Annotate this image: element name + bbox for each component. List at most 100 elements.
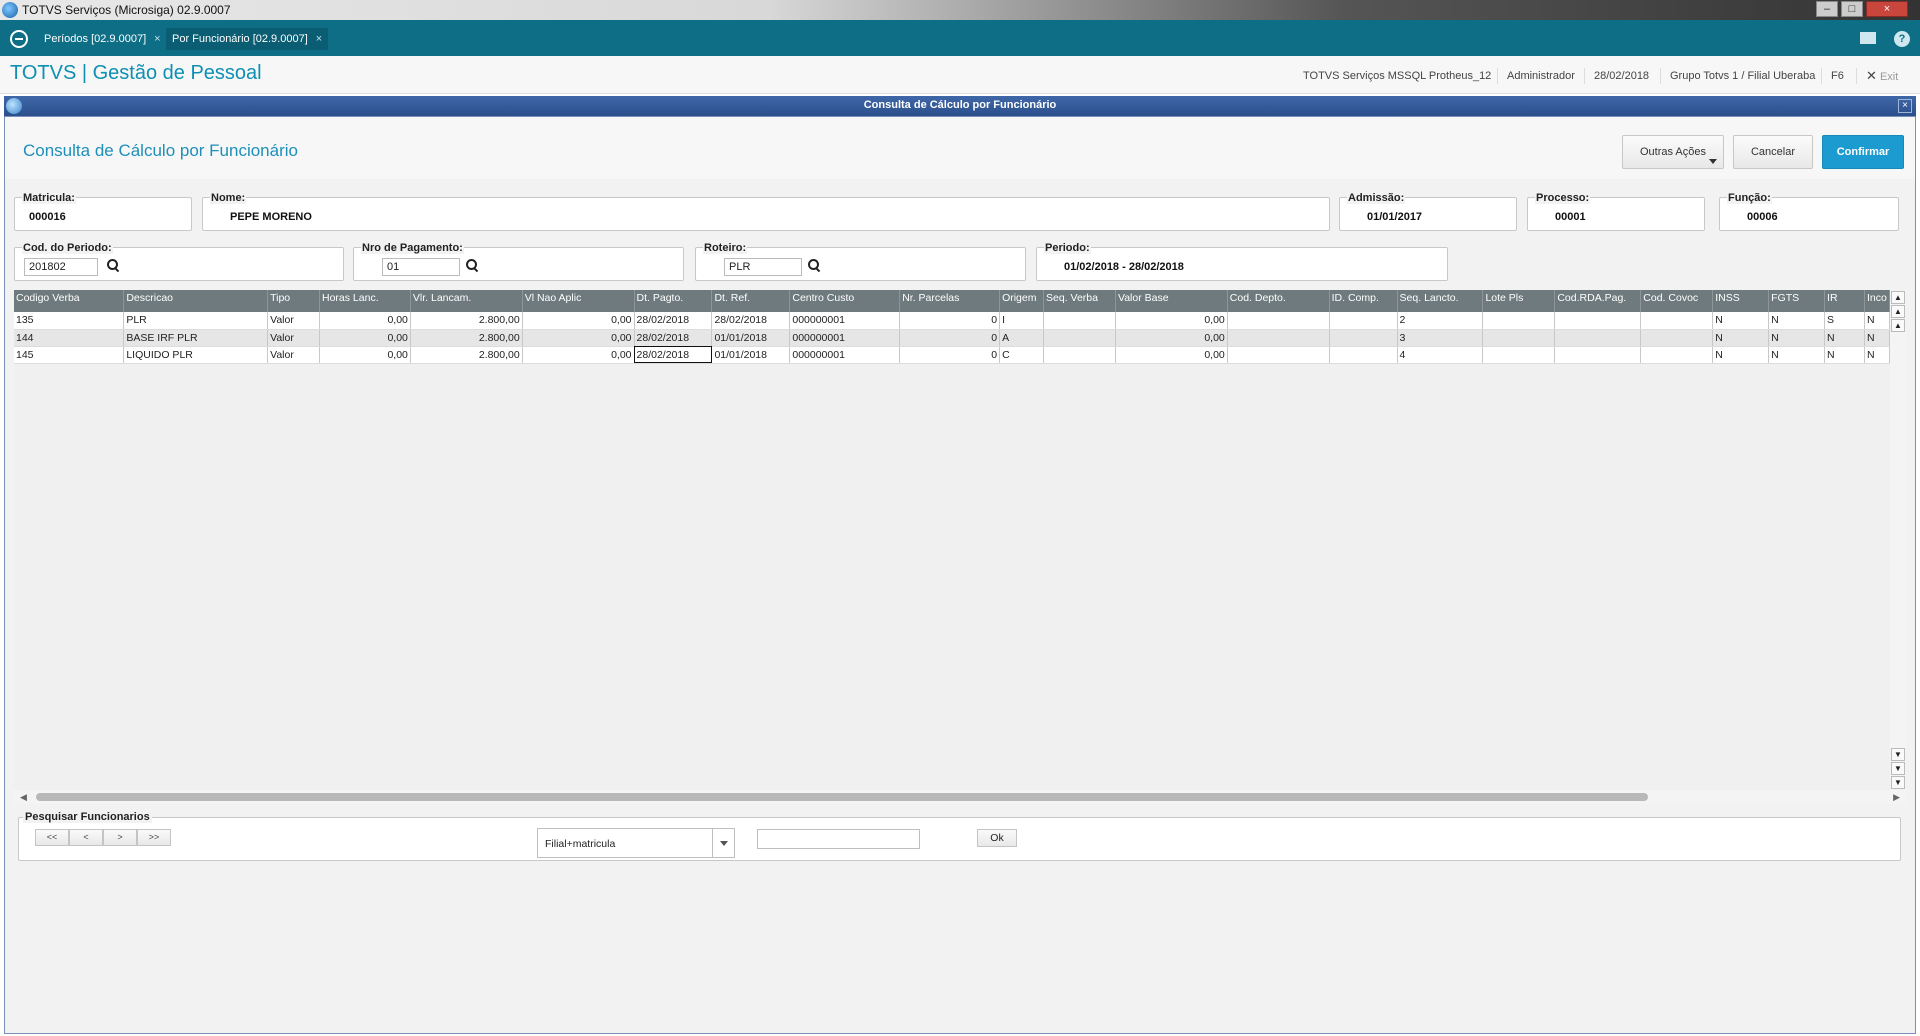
- horizontal-scrollbar[interactable]: ◀ ▶: [14, 790, 1906, 804]
- table-cell[interactable]: [1482, 346, 1556, 364]
- table-cell[interactable]: [1043, 346, 1116, 364]
- table-cell[interactable]: 0: [899, 312, 1001, 330]
- table-cell[interactable]: LIQUIDO PLR: [123, 346, 269, 364]
- column-header[interactable]: Cod. Covoc: [1640, 290, 1714, 312]
- scroll-thumb[interactable]: [36, 793, 1648, 801]
- search-icon[interactable]: [808, 259, 822, 273]
- maximize-icon[interactable]: □: [1841, 1, 1863, 17]
- previous-button[interactable]: <: [69, 829, 103, 846]
- scroll-left-icon[interactable]: ◀: [20, 792, 27, 803]
- table-cell[interactable]: I: [999, 312, 1045, 330]
- close-dialog-icon[interactable]: ×: [1898, 99, 1912, 113]
- column-header[interactable]: Dt. Pagto.: [634, 290, 713, 312]
- table-cell[interactable]: 2: [1397, 312, 1484, 330]
- column-header[interactable]: Seq. Verba: [1043, 290, 1116, 312]
- exit-button[interactable]: ✕ Exit: [1856, 68, 1907, 84]
- date-info[interactable]: 28/02/2018: [1584, 68, 1658, 84]
- table-cell[interactable]: [1043, 312, 1116, 330]
- table-cell[interactable]: [1043, 329, 1116, 347]
- table-cell[interactable]: 0: [899, 329, 1001, 347]
- search-order-select[interactable]: Filial+matricula: [537, 828, 735, 858]
- table-cell[interactable]: 0,00: [319, 346, 411, 364]
- table-cell[interactable]: N: [1824, 346, 1865, 364]
- table-cell[interactable]: N: [1864, 329, 1890, 347]
- table-cell[interactable]: [1329, 329, 1398, 347]
- table-cell[interactable]: N: [1768, 329, 1826, 347]
- table-cell[interactable]: [1329, 346, 1398, 364]
- cancel-button[interactable]: Cancelar: [1733, 135, 1813, 169]
- column-header[interactable]: Cod.RDA.Pag.: [1554, 290, 1642, 312]
- column-header[interactable]: Centro Custo: [789, 290, 901, 312]
- table-cell[interactable]: S: [1824, 312, 1865, 330]
- column-header[interactable]: Inco: [1864, 290, 1890, 312]
- close-tab-icon[interactable]: ×: [154, 33, 160, 45]
- column-header[interactable]: Vlr. Lancam.: [410, 290, 523, 312]
- table-cell[interactable]: PLR: [123, 312, 269, 330]
- column-header[interactable]: Horas Lanc.: [319, 290, 411, 312]
- column-header[interactable]: Vl Nao Aplic: [522, 290, 635, 312]
- table-row[interactable]: 144 BASE IRF PLR Valor 0,00 2.800,00 0,00 28/0…: [14, 329, 1890, 347]
- column-header[interactable]: Seq. Lancto.: [1397, 290, 1484, 312]
- ok-button[interactable]: Ok: [977, 829, 1017, 847]
- table-cell[interactable]: 4: [1397, 346, 1484, 364]
- table-cell[interactable]: N: [1712, 329, 1770, 347]
- table-cell[interactable]: [1329, 312, 1398, 330]
- table-cell[interactable]: BASE IRF PLR: [123, 329, 269, 347]
- table-cell[interactable]: 28/02/2018: [634, 346, 713, 364]
- page-up-icon[interactable]: ▲: [1891, 305, 1905, 318]
- table-cell[interactable]: 0: [899, 346, 1001, 364]
- column-header[interactable]: Tipo: [267, 290, 320, 312]
- table-cell[interactable]: 000000001: [789, 346, 901, 364]
- scroll-top-icon[interactable]: ▲: [1891, 291, 1905, 304]
- table-cell[interactable]: 2.800,00: [410, 312, 523, 330]
- table-cell[interactable]: 01/01/2018: [711, 346, 791, 364]
- search-icon[interactable]: [466, 259, 480, 273]
- more-actions-button[interactable]: Outras Ações: [1622, 135, 1724, 169]
- scroll-bottom-icon[interactable]: ▼: [1891, 776, 1905, 789]
- scroll-down-icon[interactable]: ▼: [1891, 748, 1905, 761]
- table-cell[interactable]: N: [1768, 346, 1826, 364]
- table-cell[interactable]: 145: [14, 346, 125, 364]
- table-cell[interactable]: 01/01/2018: [711, 329, 791, 347]
- roteiro-input[interactable]: PLR: [724, 258, 802, 276]
- table-cell[interactable]: 28/02/2018: [634, 312, 713, 330]
- table-cell[interactable]: 2.800,00: [410, 329, 523, 347]
- close-window-icon[interactable]: ×: [1866, 1, 1908, 17]
- help-icon[interactable]: ?: [1894, 31, 1910, 47]
- column-header[interactable]: Descricao: [123, 290, 269, 312]
- calculation-grid[interactable]: Codigo Verba Descricao Tipo Horas Lanc. …: [14, 290, 1890, 790]
- nro-pagamento-input[interactable]: 01: [382, 258, 460, 276]
- table-cell[interactable]: [1640, 329, 1714, 347]
- table-cell[interactable]: N: [1712, 312, 1770, 330]
- table-cell[interactable]: [1227, 312, 1330, 330]
- scroll-right-icon[interactable]: ▶: [1893, 792, 1900, 803]
- table-cell[interactable]: 28/02/2018: [634, 329, 713, 347]
- table-cell[interactable]: 000000001: [789, 312, 901, 330]
- table-cell[interactable]: 0,00: [522, 329, 635, 347]
- table-cell[interactable]: 0,00: [522, 312, 635, 330]
- table-cell[interactable]: 28/02/2018: [711, 312, 791, 330]
- shortcut-f6[interactable]: F6: [1821, 68, 1853, 84]
- table-cell[interactable]: [1640, 312, 1714, 330]
- table-cell[interactable]: [1640, 346, 1714, 364]
- table-cell[interactable]: [1482, 329, 1556, 347]
- search-icon[interactable]: [107, 259, 121, 273]
- table-cell[interactable]: 0,00: [319, 329, 411, 347]
- table-cell[interactable]: [1227, 346, 1330, 364]
- tab-por-funcionario[interactable]: Por Funcionário [02.9.0007] ×: [166, 28, 329, 50]
- tab-periodos[interactable]: Períodos [02.9.0007] ×: [38, 28, 167, 50]
- table-cell[interactable]: 144: [14, 329, 125, 347]
- column-header[interactable]: Cod. Depto.: [1227, 290, 1330, 312]
- column-header[interactable]: Origem: [999, 290, 1045, 312]
- page-down-icon[interactable]: ▼: [1891, 762, 1905, 775]
- table-cell[interactable]: [1554, 346, 1642, 364]
- table-cell[interactable]: N: [1864, 346, 1890, 364]
- home-icon[interactable]: [10, 30, 28, 48]
- column-header[interactable]: ID. Comp.: [1329, 290, 1398, 312]
- table-row[interactable]: 135 PLR Valor 0,00 2.800,00 0,00 28/02/2018 28/…: [14, 312, 1890, 330]
- column-header[interactable]: Valor Base: [1115, 290, 1228, 312]
- column-header[interactable]: Lote Pls: [1482, 290, 1556, 312]
- table-cell[interactable]: N: [1712, 346, 1770, 364]
- table-cell[interactable]: Valor: [267, 329, 320, 347]
- column-header[interactable]: Codigo Verba: [14, 290, 125, 312]
